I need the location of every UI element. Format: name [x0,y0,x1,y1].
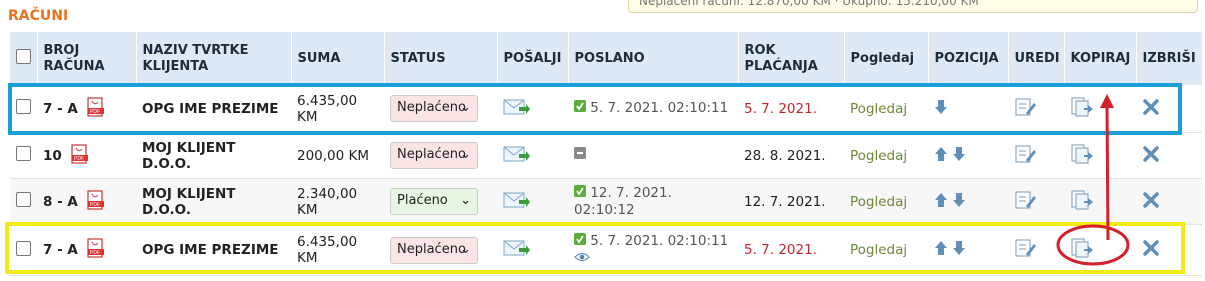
annotation-arrow-line [1105,103,1110,241]
annotation-overlay [1056,94,1130,266]
annotation-arrow-head [1100,94,1114,108]
annotation-circle [1056,224,1130,266]
